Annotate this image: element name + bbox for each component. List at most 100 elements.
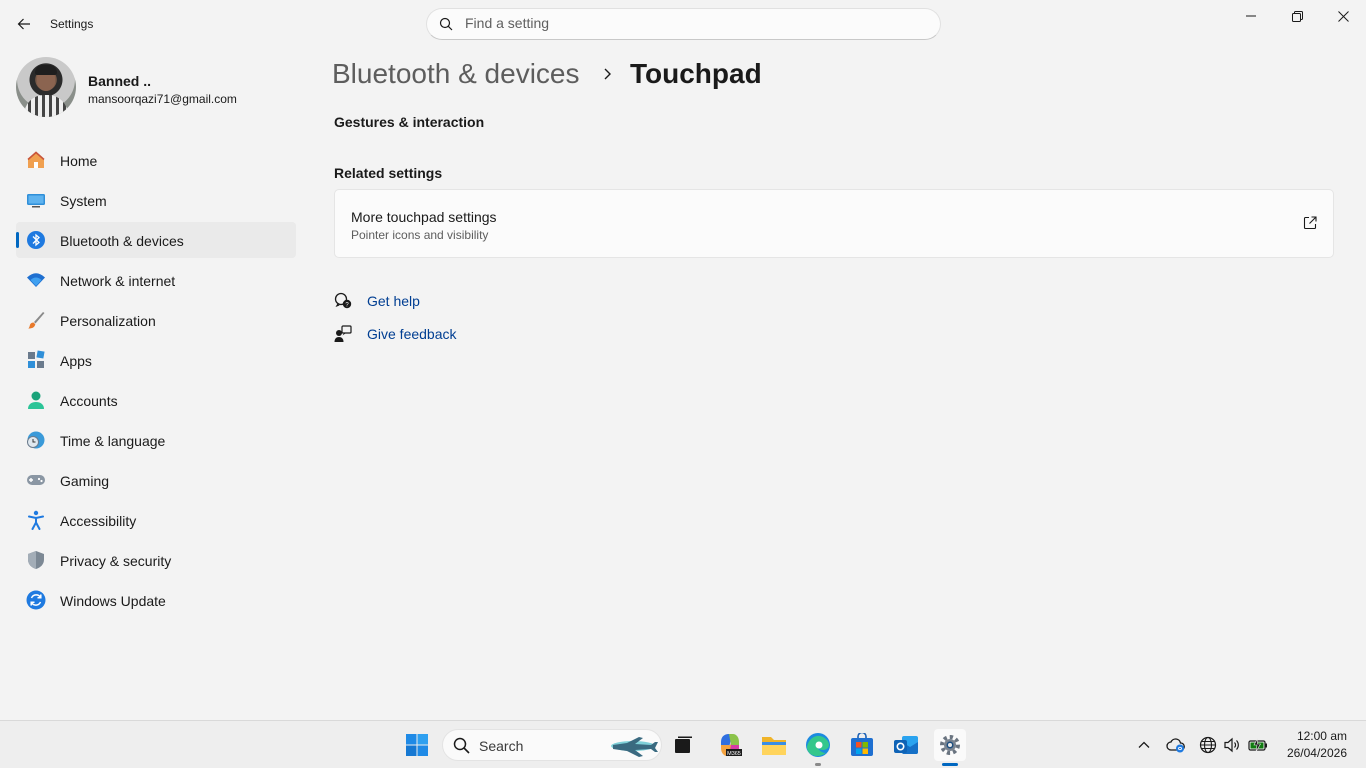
sidebar-item-personalization[interactable]: Personalization	[16, 302, 296, 338]
shield-icon	[26, 550, 46, 570]
sidebar-nav: Home System Bluetooth & devices Network …	[16, 142, 296, 622]
profile-name: Banned ..	[88, 73, 152, 89]
clock-date[interactable]: 26/04/2026	[1287, 746, 1347, 760]
give-feedback-label: Give feedback	[367, 326, 457, 342]
restore-button[interactable]	[1274, 0, 1320, 32]
battery-charging-icon	[1248, 738, 1267, 752]
task-view-icon	[675, 736, 692, 753]
sidebar-item-system[interactable]: System	[16, 182, 296, 218]
page-title: Touchpad	[630, 58, 762, 89]
sidebar-item-label: Home	[60, 153, 98, 169]
active-indicator	[942, 763, 958, 766]
profile-email: mansoorqazi71@gmail.com	[88, 92, 237, 106]
gestures-heading: Gestures & interaction	[334, 114, 485, 130]
taskbar-store[interactable]	[846, 729, 878, 761]
accounts-icon	[26, 390, 46, 410]
sidebar-item-label: Accounts	[60, 393, 118, 409]
breadcrumb-parent[interactable]: Bluetooth & devices	[332, 58, 580, 90]
card-subtitle: Pointer icons and visibility	[351, 228, 489, 242]
sidebar-item-label: Windows Update	[60, 593, 166, 609]
show-hidden-icons-button[interactable]	[1134, 735, 1154, 755]
feedback-icon	[334, 325, 352, 342]
sidebar-item-label: Gaming	[60, 473, 110, 489]
sidebar-item-gaming[interactable]: Gaming	[16, 462, 296, 498]
home-icon	[26, 150, 46, 170]
bluetooth-icon	[26, 230, 46, 250]
close-button[interactable]	[1320, 0, 1366, 32]
sidebar-item-label: Privacy & security	[60, 553, 172, 569]
clock-time[interactable]: 12:00 am	[1297, 729, 1347, 743]
get-help-link[interactable]: ? Get help	[334, 291, 420, 311]
taskbar-outlook[interactable]	[890, 729, 922, 761]
sidebar-item-label: System	[60, 193, 107, 209]
card-title: More touchpad settings	[351, 209, 497, 225]
edge-browser-icon	[806, 733, 830, 757]
sidebar-item-privacy-security[interactable]: Privacy & security	[16, 542, 296, 578]
tray-volume[interactable]	[1222, 735, 1242, 755]
minimize-button[interactable]	[1228, 0, 1274, 32]
related-settings-heading: Related settings	[334, 165, 443, 181]
globe-clock-icon	[26, 430, 46, 450]
apps-icon	[26, 350, 46, 370]
running-indicator	[815, 763, 821, 766]
sidebar-item-label: Bluetooth & devices	[60, 233, 184, 249]
taskbar-search[interactable]: Search	[442, 729, 662, 761]
sidebar-item-label: Accessibility	[60, 513, 137, 529]
tray-network[interactable]	[1198, 735, 1218, 755]
title-bar: Settings	[0, 0, 1366, 48]
brush-icon	[26, 310, 46, 330]
sidebar-item-network[interactable]: Network & internet	[16, 262, 296, 298]
cloud-sync-icon	[1166, 738, 1185, 753]
minimize-icon	[1246, 15, 1256, 17]
search-icon	[453, 737, 470, 754]
give-feedback-link[interactable]: Give feedback	[334, 324, 457, 344]
start-button[interactable]	[401, 729, 433, 761]
sidebar-item-label: Apps	[60, 353, 92, 369]
wifi-icon	[26, 270, 46, 290]
taskbar-edge[interactable]	[802, 729, 834, 766]
chevron-up-icon	[1138, 741, 1150, 748]
update-icon	[26, 590, 46, 610]
taskbar-file-explorer[interactable]	[758, 729, 790, 761]
taskbar: Search M365 12:00 am 26/04/2026	[0, 720, 1366, 768]
taskbar-task-view[interactable]	[667, 729, 699, 761]
settings-search-box[interactable]	[426, 8, 941, 40]
restore-icon	[1291, 10, 1303, 22]
avatar[interactable]	[16, 57, 76, 117]
sidebar-item-time-language[interactable]: Time & language	[16, 422, 296, 458]
outlook-icon	[894, 736, 918, 754]
chevron-right-icon	[604, 68, 611, 80]
taskbar-settings[interactable]	[934, 729, 966, 766]
sidebar-item-label: Network & internet	[60, 273, 176, 289]
sidebar-item-accessibility[interactable]: Accessibility	[16, 502, 296, 538]
app-title: Settings	[50, 17, 94, 31]
get-help-label: Get help	[367, 293, 420, 309]
sidebar-item-bluetooth-devices[interactable]: Bluetooth & devices	[16, 222, 296, 258]
sidebar-item-label: Personalization	[60, 313, 156, 329]
sidebar-item-apps[interactable]: Apps	[16, 342, 296, 378]
speaker-icon	[1224, 737, 1239, 753]
sidebar-item-home[interactable]: Home	[16, 142, 296, 178]
more-touchpad-settings-card[interactable]: More touchpad settings Pointer icons and…	[334, 189, 1334, 258]
help-chat-icon: ?	[334, 292, 352, 309]
sidebar-item-label: Time & language	[60, 433, 166, 449]
system-icon	[26, 190, 46, 210]
sidebar-item-accounts[interactable]: Accounts	[16, 382, 296, 418]
back-button[interactable]	[10, 10, 38, 38]
tray-battery[interactable]	[1248, 735, 1268, 755]
sidebar-item-windows-update[interactable]: Windows Update	[16, 582, 296, 618]
tray-onedrive[interactable]	[1166, 735, 1186, 755]
taskbar-search-label: Search	[479, 738, 524, 754]
accessibility-icon	[26, 510, 46, 530]
gear-icon	[940, 735, 960, 755]
back-arrow-icon	[17, 18, 30, 30]
m365-copilot-icon: M365	[721, 734, 742, 757]
settings-search-input[interactable]	[465, 15, 915, 31]
search-highlight-airplane-icon	[611, 737, 658, 757]
svg-text:M365: M365	[727, 751, 741, 757]
gamepad-icon	[26, 470, 46, 490]
taskbar-m365[interactable]: M365	[714, 729, 746, 761]
store-icon	[851, 733, 873, 756]
open-external-icon	[1303, 216, 1317, 230]
close-icon	[1337, 10, 1349, 22]
